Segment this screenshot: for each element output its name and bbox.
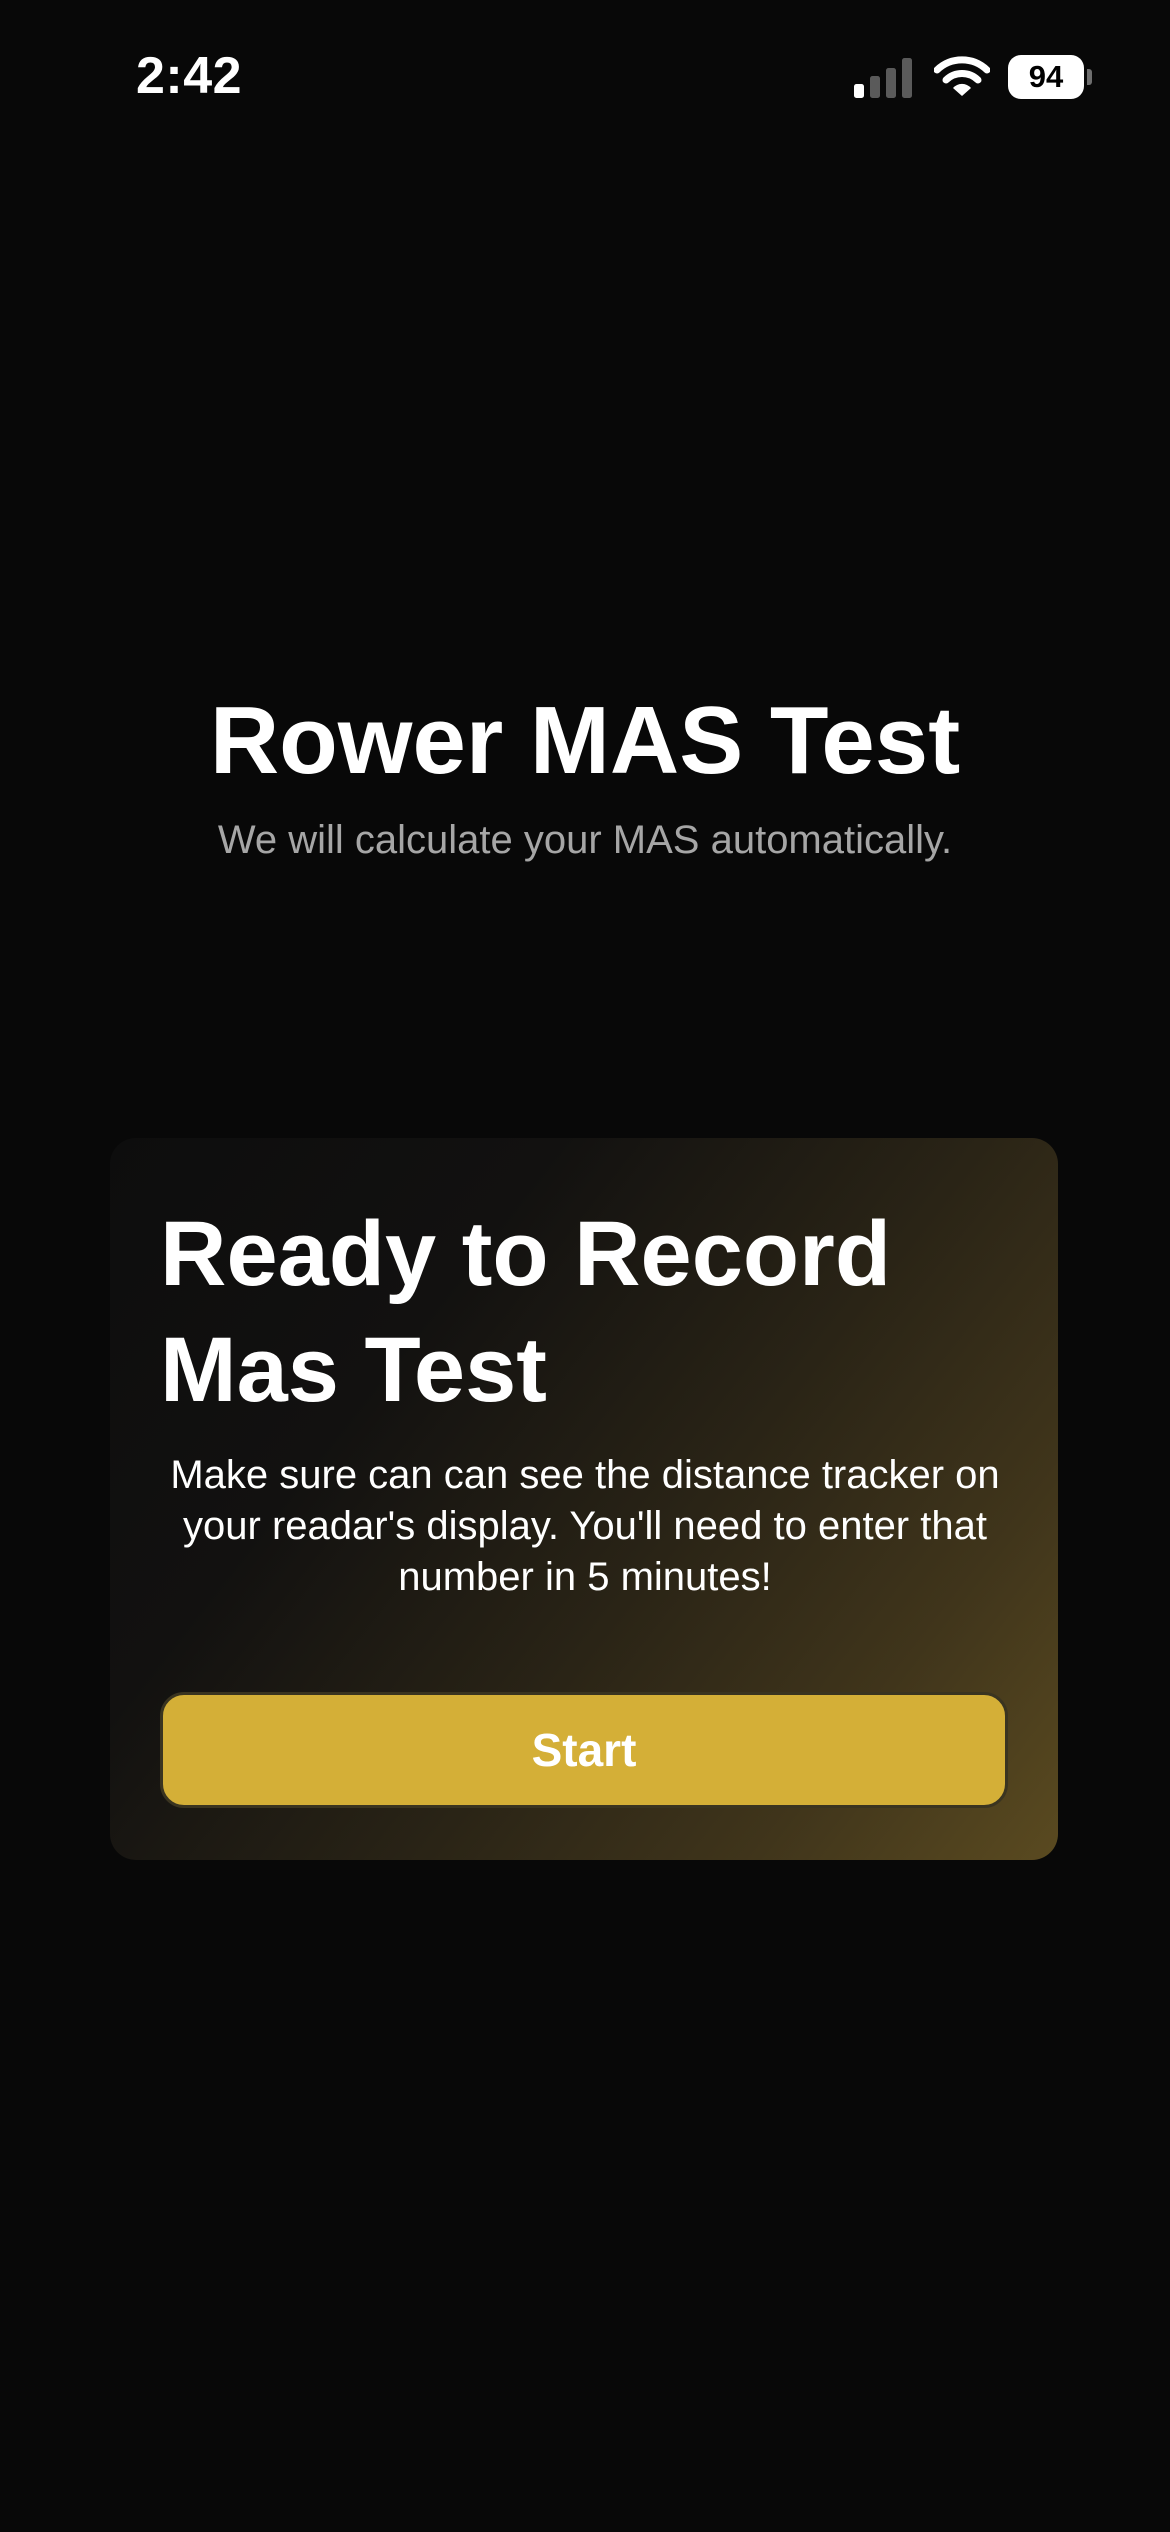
status-bar: 2:42 94 xyxy=(0,0,1170,150)
card-instructions: Make sure can can see the distance track… xyxy=(170,1453,1000,1599)
page-title: Rower MAS Test xyxy=(209,687,961,794)
page-subtitle: We will calculate your MAS automatically… xyxy=(217,818,953,862)
battery-icon: 94 xyxy=(1008,55,1092,99)
battery-tip xyxy=(1087,69,1092,85)
card-title-line-2: Mas Test xyxy=(160,1319,547,1421)
battery-level: 94 xyxy=(1008,55,1084,99)
cellular-signal-icon xyxy=(854,58,912,98)
wifi-icon xyxy=(934,56,990,96)
card-title: Ready to Record Mas Test xyxy=(160,1196,1020,1428)
card-title-line-1: Ready to Record xyxy=(160,1203,892,1305)
record-card: Ready to Record Mas Test Make sure can c… xyxy=(110,1138,1058,1860)
start-button[interactable]: Start xyxy=(160,1692,1008,1808)
status-time: 2:42 xyxy=(136,47,243,105)
